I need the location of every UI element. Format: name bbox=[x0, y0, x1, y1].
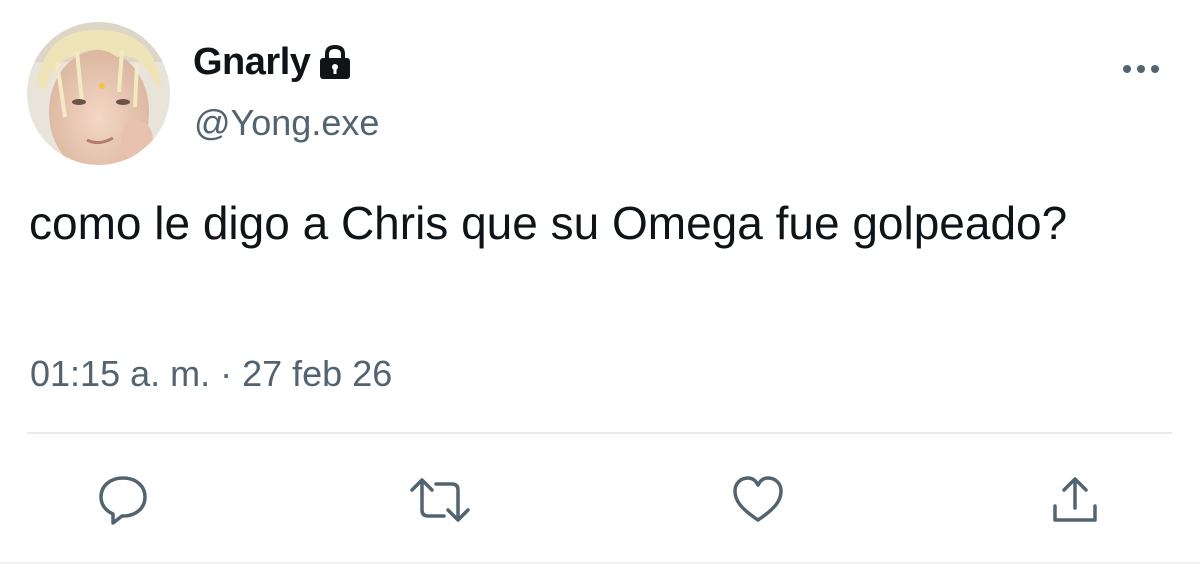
share-icon bbox=[1053, 477, 1097, 522]
speech-bubble-icon bbox=[99, 476, 147, 525]
bottom-divider bbox=[0, 562, 1200, 564]
more-options-icon[interactable] bbox=[1118, 58, 1164, 80]
user-handle[interactable]: @Yong.exe bbox=[194, 102, 379, 144]
tweet-actions bbox=[0, 468, 1200, 532]
tweet-card: Gnarly @Yong.exe como le digo a Chris qu… bbox=[0, 0, 1200, 583]
divider bbox=[27, 432, 1172, 434]
tweet-time: 01:15 a. m. bbox=[30, 353, 211, 394]
tweet-text: como le digo a Chris que su Omega fue go… bbox=[29, 197, 1068, 249]
retweet-button[interactable] bbox=[408, 468, 472, 532]
avatar[interactable] bbox=[27, 22, 170, 165]
timestamp-separator: · bbox=[220, 353, 233, 394]
reply-button[interactable] bbox=[91, 468, 155, 532]
heart-icon bbox=[733, 476, 783, 522]
lock-icon bbox=[316, 44, 354, 81]
display-name-row: Gnarly bbox=[193, 40, 354, 84]
like-button[interactable] bbox=[726, 468, 790, 532]
retweet-icon bbox=[410, 478, 470, 522]
display-name[interactable]: Gnarly bbox=[193, 41, 311, 84]
tweet-timestamp[interactable]: 01:15 a. m. · 27 feb 26 bbox=[30, 353, 392, 395]
tweet-date: 27 feb 26 bbox=[242, 353, 393, 394]
share-button[interactable] bbox=[1043, 468, 1107, 532]
